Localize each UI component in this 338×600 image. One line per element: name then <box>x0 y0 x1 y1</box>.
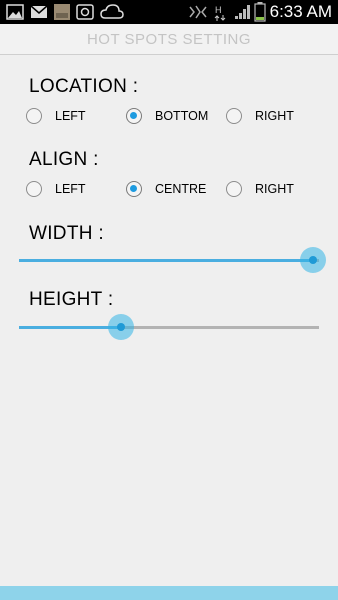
clock: 6:33 AM <box>269 2 332 21</box>
height-label: HEIGHT : <box>29 289 114 310</box>
radio-circle <box>126 181 142 197</box>
app-icon <box>76 4 94 20</box>
radio-label: RIGHT <box>255 182 294 196</box>
radio-circle <box>226 181 242 197</box>
status-bar: H 6:33 AM <box>0 0 338 24</box>
bottom-bar <box>0 586 338 600</box>
width-slider[interactable] <box>19 246 326 276</box>
gallery-icon <box>6 4 24 20</box>
location-label: LOCATION : <box>29 76 139 97</box>
cloud-icon <box>100 4 124 19</box>
radio-label: LEFT <box>55 182 86 196</box>
radio-label: BOTTOM <box>155 109 209 123</box>
radio-label: LEFT <box>55 109 86 123</box>
radio-circle <box>226 108 242 124</box>
radio-circle <box>26 181 42 197</box>
svg-text:H: H <box>215 5 222 15</box>
vibrate-icon <box>189 5 207 19</box>
width-label: WIDTH : <box>29 223 104 244</box>
align-radio-group: LEFT CENTRE RIGHT <box>0 177 338 203</box>
radio-circle <box>26 108 42 124</box>
hsdpa-data-icon: H <box>214 5 226 21</box>
slider-thumb-center <box>117 323 125 331</box>
align-label: ALIGN : <box>29 149 99 170</box>
slider-progress <box>19 326 121 329</box>
title-bar: HOT SPOTS SETTING <box>0 24 338 55</box>
page-title: HOT SPOTS SETTING <box>86 31 252 48</box>
location-radio-group: LEFT BOTTOM RIGHT <box>0 104 338 130</box>
radio-circle <box>126 108 142 124</box>
height-slider[interactable] <box>19 313 319 343</box>
slider-thumb-center <box>309 256 317 264</box>
radio-label: RIGHT <box>255 109 294 123</box>
slider-progress <box>19 259 313 262</box>
radio-label: CENTRE <box>155 182 207 196</box>
battery-icon <box>254 2 266 22</box>
photo-thumbnail-icon <box>54 4 70 20</box>
signal-icon <box>235 5 250 19</box>
mail-icon <box>30 5 48 18</box>
